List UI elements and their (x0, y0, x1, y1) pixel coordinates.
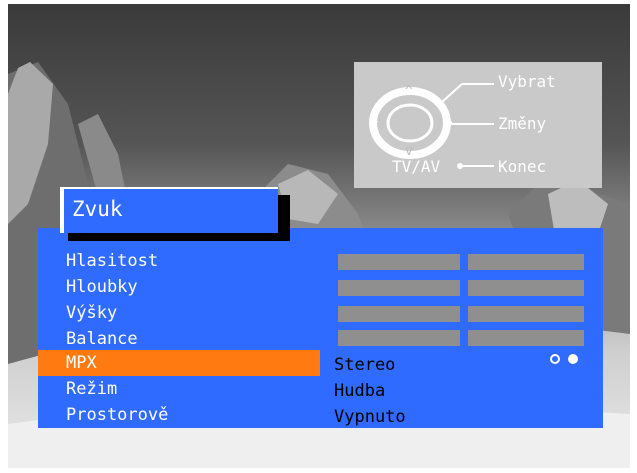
menu-item-hloubky[interactable]: Hloubky (38, 274, 320, 300)
balance-bar-right[interactable] (468, 330, 584, 346)
balance-bar-left[interactable] (338, 330, 460, 346)
help-tvav-label: TV/AV (392, 157, 441, 176)
menu-item-balance[interactable]: Balance (38, 326, 320, 352)
sound-menu-panel: Hlasitost Hloubky Výšky Balance MPX Reži… (38, 228, 603, 428)
radio-dot-filled-icon (568, 354, 578, 364)
hloubky-bar-left[interactable] (338, 280, 460, 296)
rezim-value: Hudba (334, 381, 386, 401)
hlasitost-bar-left[interactable] (338, 254, 460, 270)
help-change-label: Změny (498, 114, 547, 133)
prostorove-value: Vypnuto (334, 407, 406, 427)
menu-item-mpx[interactable]: MPX (38, 350, 320, 376)
tv-screen: ^ v − + Vybrat Změny TV/AV Konec Hlasito… (8, 4, 630, 468)
dpad-up-symbol: ^ (405, 84, 413, 99)
vysky-bar-right[interactable] (468, 306, 584, 322)
help-exit-label: Konec (498, 157, 547, 176)
dpad-minus-symbol: − (370, 114, 379, 130)
menu-item-prostorove[interactable]: Prostorově (38, 402, 320, 428)
help-panel: ^ v − + Vybrat Změny TV/AV Konec (354, 62, 602, 188)
menu-item-hlasitost[interactable]: Hlasitost (38, 248, 320, 274)
menu-item-vysky[interactable]: Výšky (38, 300, 320, 326)
hloubky-bar-right[interactable] (468, 280, 584, 296)
help-select-label: Vybrat (498, 72, 556, 91)
hlasitost-bar-right[interactable] (468, 254, 584, 270)
radio-dot-empty-icon (550, 354, 560, 364)
vysky-bar-left[interactable] (338, 306, 460, 322)
menu-title-box: Zvuk (60, 187, 278, 233)
menu-item-rezim[interactable]: Režim (38, 376, 320, 402)
menu-title: Zvuk (72, 197, 123, 221)
dpad-plus-symbol: + (442, 112, 453, 133)
mpx-value: Stereo (334, 355, 396, 375)
